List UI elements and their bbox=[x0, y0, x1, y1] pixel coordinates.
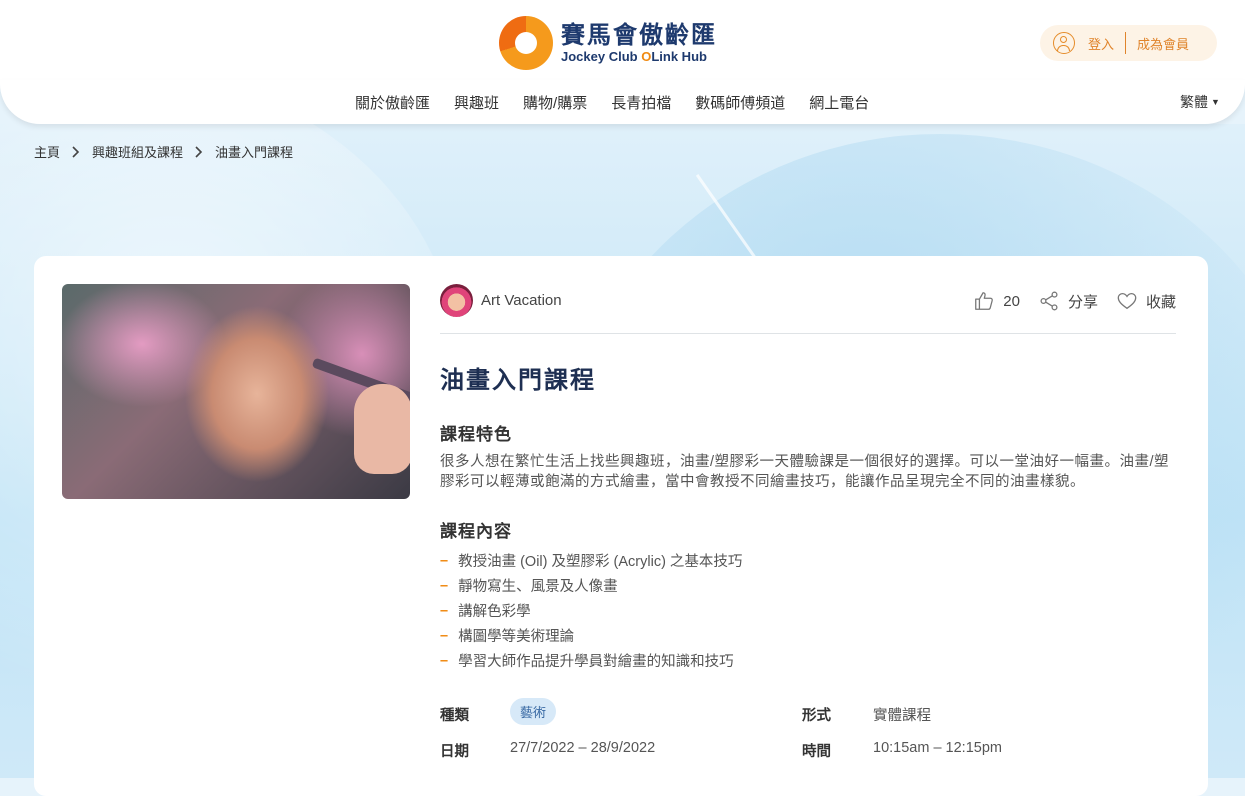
dash-bullet-icon: – bbox=[440, 552, 449, 569]
author-name: Art Vacation bbox=[481, 292, 562, 309]
features-heading: 課程特色 bbox=[440, 425, 512, 445]
nav-item-radio[interactable]: 網上電台 bbox=[809, 92, 869, 113]
hand-shape bbox=[354, 384, 410, 474]
date-value: 27/7/2022 – 28/9/2022 bbox=[510, 740, 656, 756]
format-label: 形式 bbox=[802, 708, 831, 724]
features-text: 很多人想在繁忙生活上找些興趣班，油畫/塑膠彩一天體驗課是一個很好的選擇。可以一堂… bbox=[440, 454, 1170, 490]
chevron-right-icon bbox=[195, 145, 203, 158]
nav-item-classes[interactable]: 興趣班 bbox=[454, 92, 499, 113]
course-image bbox=[62, 284, 410, 499]
logo-english-name: Jockey Club OLink Hub bbox=[561, 49, 707, 64]
list-item: – 靜物寫生、風景及人像畫 bbox=[440, 577, 618, 596]
site-logo[interactable]: 賽馬會傲齡匯 Jockey Club OLink Hub bbox=[499, 16, 717, 70]
category-tag[interactable]: 藝術 bbox=[510, 698, 557, 725]
share-button[interactable]: 分享 bbox=[1038, 290, 1098, 312]
language-label: 繁體 bbox=[1180, 94, 1208, 110]
heart-icon bbox=[1117, 293, 1137, 310]
course-card: Art Vacation 20 分享 收藏 油畫入門課程 課程特色 很多人想在繁… bbox=[34, 256, 1208, 796]
chevron-right-icon bbox=[72, 145, 80, 158]
nav-item-about[interactable]: 關於傲齡匯 bbox=[355, 92, 430, 113]
dash-bullet-icon: – bbox=[440, 627, 449, 644]
breadcrumb-category[interactable]: 興趣班組及課程 bbox=[92, 142, 183, 161]
content-list: – 教授油畫 (Oil) 及塑膠彩 (Acrylic) 之基本技巧 – 靜物寫生、風… bbox=[440, 548, 742, 673]
top-header: 賽馬會傲齡匯 Jockey Club OLink Hub 登入 成為會員 bbox=[0, 0, 1245, 81]
list-item: – 教授油畫 (Oil) 及塑膠彩 (Acrylic) 之基本技巧 bbox=[440, 552, 743, 571]
author[interactable]: Art Vacation bbox=[440, 284, 562, 317]
nav-items: 關於傲齡匯 興趣班 購物/購票 長青拍檔 數碼師傅頻道 網上電台 bbox=[355, 92, 869, 113]
category-tag-wrap: 藝術 bbox=[510, 698, 557, 725]
category-label: 種類 bbox=[440, 708, 469, 724]
breadcrumb: 主頁 興趣班組及課程 油畫入門課程 bbox=[34, 142, 293, 161]
nav-item-digital-mentor[interactable]: 數碼師傅頻道 bbox=[695, 92, 785, 113]
user-icon bbox=[1053, 32, 1075, 54]
dash-bullet-icon: – bbox=[440, 602, 449, 619]
like-button[interactable]: 20 bbox=[973, 290, 1020, 312]
format-value: 實體課程 bbox=[873, 708, 931, 724]
logo-mark-icon bbox=[499, 16, 553, 70]
like-count: 20 bbox=[1003, 292, 1020, 310]
divider bbox=[440, 333, 1176, 334]
nav-item-shopping[interactable]: 購物/購票 bbox=[523, 92, 587, 113]
logo-chinese-name: 賽馬會傲齡匯 bbox=[561, 21, 717, 49]
list-item: – 構圖學等美術理論 bbox=[440, 627, 575, 646]
share-icon bbox=[1040, 291, 1058, 311]
content-heading: 課程內容 bbox=[440, 522, 512, 542]
share-label: 分享 bbox=[1067, 293, 1098, 311]
breadcrumb-home[interactable]: 主頁 bbox=[34, 142, 60, 161]
favorite-button[interactable]: 收藏 bbox=[1116, 290, 1176, 312]
divider bbox=[1125, 32, 1127, 54]
date-label: 日期 bbox=[440, 744, 469, 760]
avatar bbox=[440, 284, 473, 317]
favorite-label: 收藏 bbox=[1145, 293, 1176, 311]
logo-text: 賽馬會傲齡匯 Jockey Club OLink Hub bbox=[561, 21, 717, 65]
member-pill: 登入 成為會員 bbox=[1040, 25, 1217, 61]
course-title: 油畫入門課程 bbox=[440, 366, 596, 394]
dash-bullet-icon: – bbox=[440, 577, 449, 594]
breadcrumb-current: 油畫入門課程 bbox=[215, 145, 294, 160]
main-nav: 關於傲齡匯 興趣班 購物/購票 長青拍檔 數碼師傅頻道 網上電台 繁體 ▼ bbox=[0, 80, 1245, 124]
nav-item-partners[interactable]: 長青拍檔 bbox=[611, 92, 671, 113]
language-selector[interactable]: 繁體 ▼ bbox=[1180, 92, 1220, 112]
login-link[interactable]: 登入 bbox=[1088, 34, 1114, 53]
join-member-link[interactable]: 成為會員 bbox=[1137, 34, 1189, 53]
time-label: 時間 bbox=[802, 744, 831, 760]
dash-bullet-icon: – bbox=[440, 652, 449, 669]
caret-down-icon: ▼ bbox=[1211, 97, 1220, 107]
thumbs-up-icon bbox=[975, 292, 994, 310]
course-actions: 20 分享 收藏 bbox=[955, 290, 1176, 312]
time-value: 10:15am – 12:15pm bbox=[873, 740, 1002, 756]
list-item: – 講解色彩學 bbox=[440, 602, 531, 621]
list-item: – 學習大師作品提升學員對繪畫的知識和技巧 bbox=[440, 652, 734, 671]
